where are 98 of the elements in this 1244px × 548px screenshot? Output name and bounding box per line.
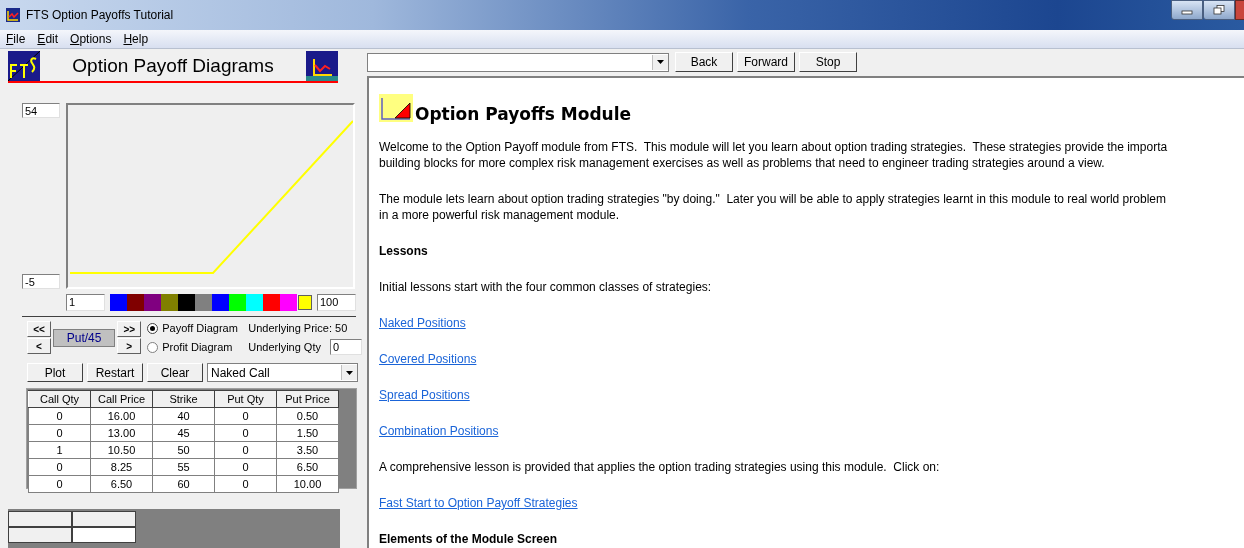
lesson-link[interactable]: Covered Positions (379, 351, 477, 367)
table-cell[interactable]: 0 (28, 424, 91, 442)
lesson-link[interactable]: Spread Positions (379, 387, 470, 403)
table-cell[interactable]: 60 (152, 475, 215, 493)
color-swatch[interactable] (110, 294, 127, 311)
table-cell[interactable]: 40 (152, 407, 215, 425)
position-display: Put/45 (53, 328, 116, 347)
first-button[interactable]: << (27, 321, 51, 337)
address-combo[interactable] (367, 52, 669, 72)
browser-button[interactable]: Forward (737, 52, 795, 72)
table-cell[interactable]: 0 (214, 475, 277, 493)
table-cell[interactable]: 0 (214, 407, 277, 425)
action-button[interactable]: Plot (27, 363, 83, 382)
table-cell[interactable]: 55 (152, 458, 215, 476)
table-cell[interactable]: 45 (152, 424, 215, 442)
table-cell[interactable]: 13.00 (90, 424, 153, 442)
chart-icon (379, 94, 413, 122)
color-swatch[interactable] (298, 295, 312, 310)
column-header: Call Price (90, 390, 153, 408)
section-heading: Lessons (379, 243, 429, 259)
color-swatch[interactable] (161, 294, 178, 311)
table-cell[interactable]: 0 (28, 458, 91, 476)
action-button[interactable]: Clear (147, 363, 203, 382)
table-cell[interactable]: 1.50 (276, 424, 339, 442)
strategy-dropdown[interactable]: Naked Call (207, 363, 358, 382)
color-swatch[interactable] (144, 294, 161, 311)
color-swatch[interactable] (280, 294, 297, 311)
radio-button[interactable] (147, 341, 159, 353)
column-header: Put Qty (214, 390, 277, 408)
column-header: Call Qty (28, 390, 91, 408)
section-heading: Elements of the Module Screen (379, 531, 559, 547)
radio-label[interactable]: Payoff Diagram (162, 322, 245, 334)
chart-icon (306, 51, 338, 81)
table-cell[interactable]: 50 (152, 441, 215, 459)
lesson-link[interactable]: Naked Positions (379, 315, 466, 331)
table-cell[interactable]: 0 (214, 458, 277, 476)
table-cell[interactable]: 0 (28, 475, 91, 493)
grid-cell (8, 511, 72, 527)
paragraph: The module lets learn about option trading strategies "by doing." Later you will be able to apply strategies learnt in this module to real world problem in a more powerful risk management module. (379, 191, 1167, 223)
color-swatch[interactable] (178, 294, 195, 311)
table-cell[interactable]: 0 (28, 407, 91, 425)
x-max-field[interactable]: 100 (317, 294, 356, 311)
table-cell[interactable]: 1 (28, 441, 91, 459)
lesson-link[interactable]: Fast Start to Option Payoff Strategies (379, 495, 578, 511)
quantity-field[interactable]: 0 (330, 339, 362, 355)
lesson-link[interactable]: Combination Positions (379, 423, 499, 439)
menu-item[interactable]: Help (117, 32, 155, 46)
restore-button[interactable] (1203, 0, 1235, 20)
browser-button[interactable]: Stop (799, 52, 857, 72)
paragraph: A comprehensive lesson is provided that applies the option trading strategies using this module. Click on: (379, 459, 941, 475)
menu-item[interactable]: Options (64, 32, 118, 46)
table-cell[interactable]: 0 (214, 424, 277, 442)
window-title: FTS Option Payoffs Tutorial (26, 8, 174, 22)
y-max-field[interactable]: 54 (22, 103, 60, 118)
table-cell[interactable]: 6.50 (90, 475, 153, 493)
field-label: Underlying Qty (248, 341, 321, 353)
table-cell[interactable]: 10.50 (90, 441, 153, 459)
last-button[interactable]: >> (117, 321, 142, 337)
panel-title: Option Payoff Diagrams (71, 55, 275, 77)
column-header: Put Price (276, 390, 339, 408)
grid-cell (72, 511, 136, 527)
color-swatch[interactable] (263, 294, 280, 311)
paragraph: Welcome to the Option Payoff module from FTS. This module will let you learn about option trading strategies. These strategies provide the importa building blocks for more complex risk management exercises as well as problems that need to engineer trading strategies around a view. (379, 139, 1169, 171)
caret-icon (657, 60, 664, 64)
column-header: Strike (152, 390, 215, 408)
menu-item[interactable]: File (0, 32, 32, 46)
grid-cell (8, 527, 72, 543)
paragraph: Initial lessons start with the four common classes of strategies: (379, 279, 713, 295)
color-swatch[interactable] (127, 294, 144, 311)
color-swatch[interactable] (246, 294, 263, 311)
table-cell[interactable]: 8.25 (90, 458, 153, 476)
close-button[interactable] (1235, 0, 1244, 20)
table-cell[interactable]: 16.00 (90, 407, 153, 425)
previous-button[interactable]: < (27, 338, 51, 354)
x-min-field[interactable]: 1 (66, 294, 105, 311)
browser-button[interactable]: Back (675, 52, 733, 72)
menu-item[interactable]: Edit (31, 32, 65, 46)
restore-icon (1213, 5, 1225, 15)
logo-icon (8, 51, 40, 81)
table-cell[interactable]: 0 (214, 441, 277, 459)
table-cell[interactable]: 6.50 (276, 458, 339, 476)
table-cell[interactable]: 10.00 (276, 475, 339, 493)
radio-label[interactable]: Profit Diagram (162, 341, 245, 353)
app-icon (6, 8, 20, 22)
next-button[interactable]: > (117, 338, 142, 354)
y-min-field[interactable]: -5 (22, 274, 60, 289)
page-title: Option Payoffs Module (415, 104, 632, 124)
field-label: Underlying Price: 50 (248, 322, 348, 334)
grid-cell (72, 527, 136, 543)
action-button[interactable]: Restart (87, 363, 143, 382)
radio-button[interactable] (147, 322, 159, 334)
color-swatch[interactable] (195, 294, 212, 311)
color-swatch[interactable] (212, 294, 229, 311)
minimize-button[interactable] (1171, 0, 1203, 20)
table-cell[interactable]: 3.50 (276, 441, 339, 459)
color-swatch[interactable] (229, 294, 246, 311)
table-cell[interactable]: 0.50 (276, 407, 339, 425)
caret-icon (346, 370, 353, 375)
